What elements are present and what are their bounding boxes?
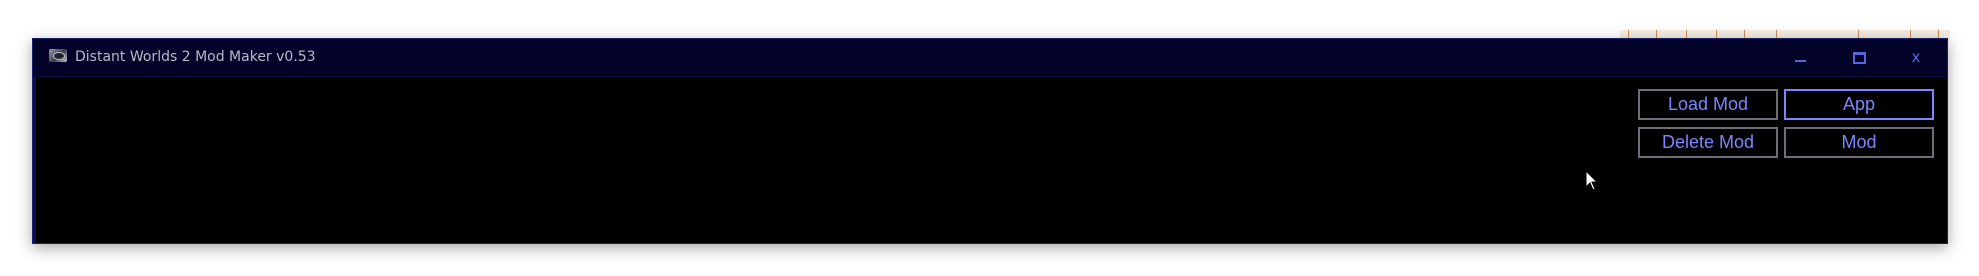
close-icon: x: [1911, 48, 1921, 66]
maximize-button[interactable]: [1829, 39, 1887, 77]
app-tab-button[interactable]: App: [1784, 89, 1934, 120]
maximize-icon: [1853, 52, 1866, 64]
delete-mod-button[interactable]: Delete Mod: [1638, 127, 1778, 158]
window-title: Distant Worlds 2 Mod Maker v0.53: [75, 49, 316, 65]
window-left-accent: [33, 77, 36, 243]
app-icon: [49, 49, 67, 62]
mod-maker-window: Distant Worlds 2 Mod Maker v0.53 x Load …: [32, 38, 1948, 244]
close-button[interactable]: x: [1887, 39, 1945, 77]
load-mod-button[interactable]: Load Mod: [1638, 89, 1778, 120]
minimize-button[interactable]: [1771, 39, 1829, 77]
mod-tab-button[interactable]: Mod: [1784, 127, 1934, 158]
minimize-icon: [1795, 60, 1806, 62]
mouse-cursor-icon: [1585, 170, 1599, 191]
title-bar[interactable]: Distant Worlds 2 Mod Maker v0.53 x: [33, 39, 1947, 77]
